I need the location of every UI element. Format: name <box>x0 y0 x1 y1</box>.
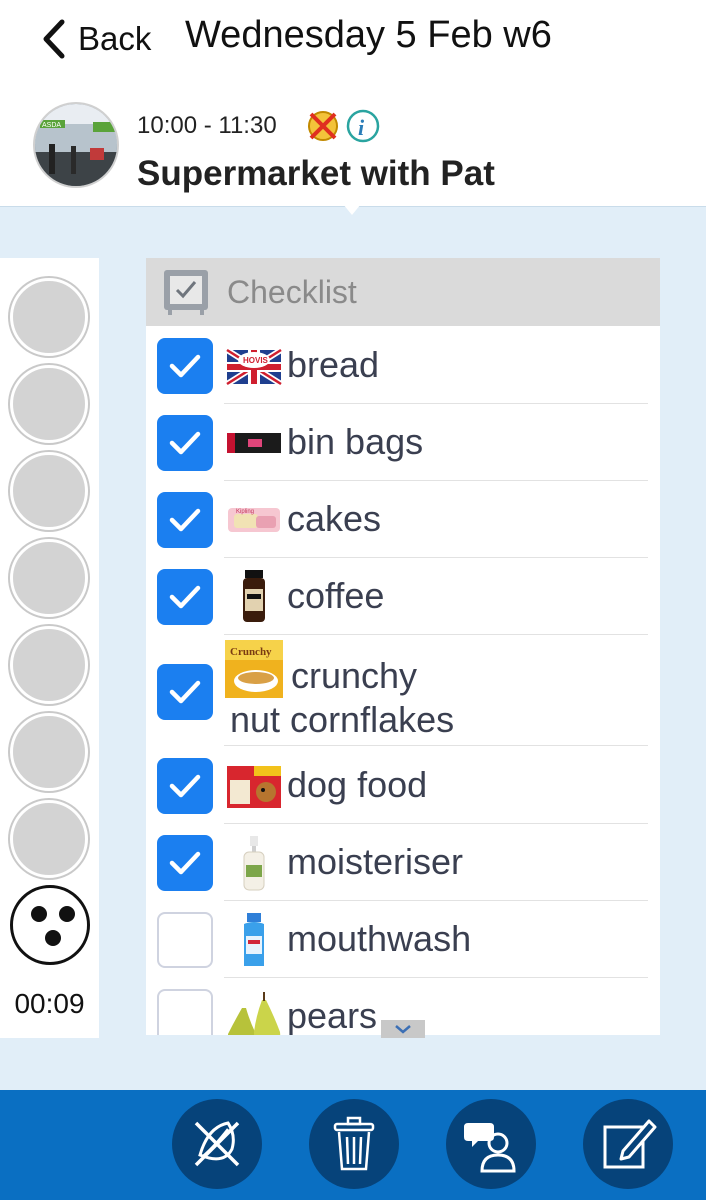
activity-title: Supermarket with Pat <box>137 154 495 193</box>
progress-step <box>10 452 88 530</box>
progress-step <box>10 278 88 356</box>
scroll-down-indicator[interactable] <box>381 1020 425 1038</box>
current-step-icon[interactable] <box>10 885 90 965</box>
dog-food-icon <box>226 758 282 814</box>
delete-button[interactable] <box>309 1099 399 1189</box>
svg-text:ASDA: ASDA <box>42 122 61 129</box>
svg-text:HOVIS: HOVIS <box>243 356 269 365</box>
item-label-line2: nut cornflakes <box>230 699 455 740</box>
cancel-activity-icon <box>194 1121 240 1167</box>
svg-text:Kipling: Kipling <box>236 509 254 515</box>
checkbox-checked[interactable] <box>157 338 213 394</box>
cakes-icon: Kipling <box>226 492 282 548</box>
edit-button[interactable] <box>583 1099 673 1189</box>
chevron-left-icon <box>43 19 65 59</box>
item-label: moisteriser <box>287 841 464 882</box>
checkmark-icon <box>169 680 201 704</box>
checkbox-unchecked[interactable] <box>157 989 213 1035</box>
checkbox-checked[interactable] <box>157 492 213 548</box>
trash-icon <box>333 1116 375 1171</box>
checkmark-icon <box>169 354 201 378</box>
coffee-jar-icon <box>226 569 282 625</box>
checkbox-checked[interactable] <box>157 569 213 625</box>
progress-step <box>10 365 88 443</box>
page-title: Wednesday 5 Feb w6 <box>185 14 552 56</box>
participants-icon <box>464 1123 516 1173</box>
item-label: bin bags <box>287 421 424 462</box>
header: Back Wednesday 5 Feb w6 <box>0 0 706 80</box>
cereal-box-icon: Crunchy <box>224 639 284 699</box>
supermarket-photo: ASDA <box>33 102 119 188</box>
participants-button[interactable] <box>446 1099 536 1189</box>
checklist-icon <box>164 270 208 315</box>
checklist-item[interactable]: moisteriser <box>146 824 660 901</box>
item-label: coffee <box>287 575 385 616</box>
checkmark-icon <box>169 851 201 875</box>
time-icons: i <box>306 109 380 143</box>
activity-time: 10:00 - 11:30 <box>137 112 277 139</box>
checklist-header: Checklist <box>146 258 660 326</box>
checklist-item[interactable]: bin bags <box>146 404 660 481</box>
svg-text:i: i <box>358 115 365 140</box>
mouthwash-bottle-icon <box>226 912 282 968</box>
checkmark-icon <box>169 508 201 532</box>
lotion-bottle-icon <box>226 835 282 891</box>
checklist-card: Checklist HOVIS bread bin bags Kipling c… <box>146 258 660 1035</box>
progress-column: 00:09 <box>0 258 99 1038</box>
checkbox-checked[interactable] <box>157 415 213 471</box>
checkmark-icon <box>169 585 201 609</box>
item-label: dog food <box>287 764 428 805</box>
checkbox-checked[interactable] <box>157 758 213 814</box>
elapsed-timer: 00:09 <box>14 988 85 1019</box>
edit-icon <box>603 1119 657 1169</box>
checkbox-checked[interactable] <box>157 664 213 720</box>
checklist-item[interactable]: coffee <box>146 558 660 635</box>
checklist-item[interactable]: mouthwash <box>146 901 660 978</box>
pears-icon <box>224 992 284 1035</box>
item-label: bread <box>287 344 380 385</box>
bottom-toolbar <box>0 1090 706 1200</box>
checklist-item[interactable]: Crunchy crunchy nut cornflakes <box>146 635 660 746</box>
item-label: cakes <box>287 498 382 539</box>
checklist-item[interactable]: HOVIS bread <box>146 326 660 404</box>
checkbox-checked[interactable] <box>157 835 213 891</box>
chevron-down-icon <box>395 1025 411 1034</box>
svg-text:Crunchy: Crunchy <box>230 646 272 658</box>
back-button[interactable]: Back <box>38 16 151 62</box>
checklist-item[interactable]: dog food <box>146 746 660 824</box>
checkmark-icon <box>169 431 201 455</box>
info-icon[interactable]: i <box>346 109 380 143</box>
item-label: mouthwash <box>287 918 472 959</box>
item-label: pears <box>287 995 378 1035</box>
activity-summary: ASDA 10:00 - 11:30 i Supermarket with Pa… <box>0 100 706 206</box>
item-label-line1: crunchy <box>291 655 418 696</box>
checklist-title: Checklist <box>227 273 357 310</box>
checkmark-icon <box>169 774 201 798</box>
back-label: Back <box>78 20 152 57</box>
progress-step <box>10 539 88 617</box>
cancel-activity-button[interactable] <box>172 1099 262 1189</box>
no-reminder-icon[interactable] <box>306 109 340 143</box>
checkbox-unchecked[interactable] <box>157 912 213 968</box>
progress-step <box>10 713 88 791</box>
callout-notch <box>334 193 370 215</box>
checklist-item[interactable]: Kipling cakes <box>146 481 660 558</box>
progress-step <box>10 800 88 878</box>
bread-icon: HOVIS <box>225 338 283 394</box>
bin-bags-icon <box>226 415 282 471</box>
progress-step <box>10 626 88 704</box>
